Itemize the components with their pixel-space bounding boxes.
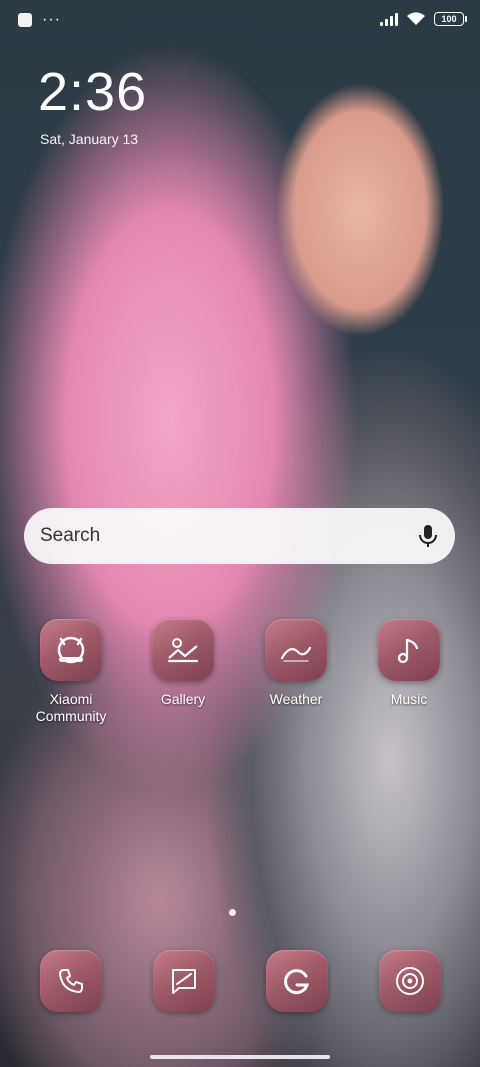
dock-camera[interactable]	[379, 950, 441, 1012]
search-bar[interactable]: Search	[24, 508, 455, 564]
search-placeholder: Search	[40, 525, 101, 546]
mic-icon[interactable]	[417, 524, 439, 548]
music-icon	[378, 619, 440, 681]
clock-time[interactable]: 2:36	[38, 62, 147, 122]
notification-area: ···	[18, 11, 61, 28]
dock-phone[interactable]	[40, 950, 102, 1012]
battery-level: 100	[441, 14, 457, 24]
phone-icon	[40, 950, 102, 1012]
signal-icon	[380, 12, 398, 26]
app-xiaomi-community[interactable]: Xiaomi Community	[16, 619, 126, 725]
app-label: Music	[390, 691, 428, 707]
google-icon	[266, 950, 328, 1012]
xiaomi-community-icon	[40, 619, 102, 681]
battery-icon: 100	[434, 12, 467, 26]
notification-icon	[18, 13, 32, 27]
app-label: Gallery	[160, 691, 206, 707]
app-label: Weather	[269, 691, 323, 707]
wifi-icon	[407, 12, 425, 25]
weather-icon	[265, 619, 327, 681]
more-notifications-icon: ···	[42, 11, 61, 28]
camera-icon	[379, 950, 441, 1012]
home-indicator[interactable]	[150, 1055, 330, 1059]
app-music[interactable]: Music	[354, 619, 464, 708]
system-indicators: 100	[380, 12, 467, 26]
clock-date[interactable]: Sat, January 13	[40, 131, 138, 147]
messages-icon	[153, 950, 215, 1012]
dock-google[interactable]	[266, 950, 328, 1012]
app-gallery[interactable]: Gallery	[128, 619, 238, 708]
dock-messages[interactable]	[153, 950, 215, 1012]
page-indicator	[229, 909, 236, 916]
gallery-icon	[152, 619, 214, 681]
app-weather[interactable]: Weather	[241, 619, 351, 708]
status-bar: ··· 100	[0, 0, 480, 44]
app-label: Xiaomi Community	[35, 691, 107, 724]
